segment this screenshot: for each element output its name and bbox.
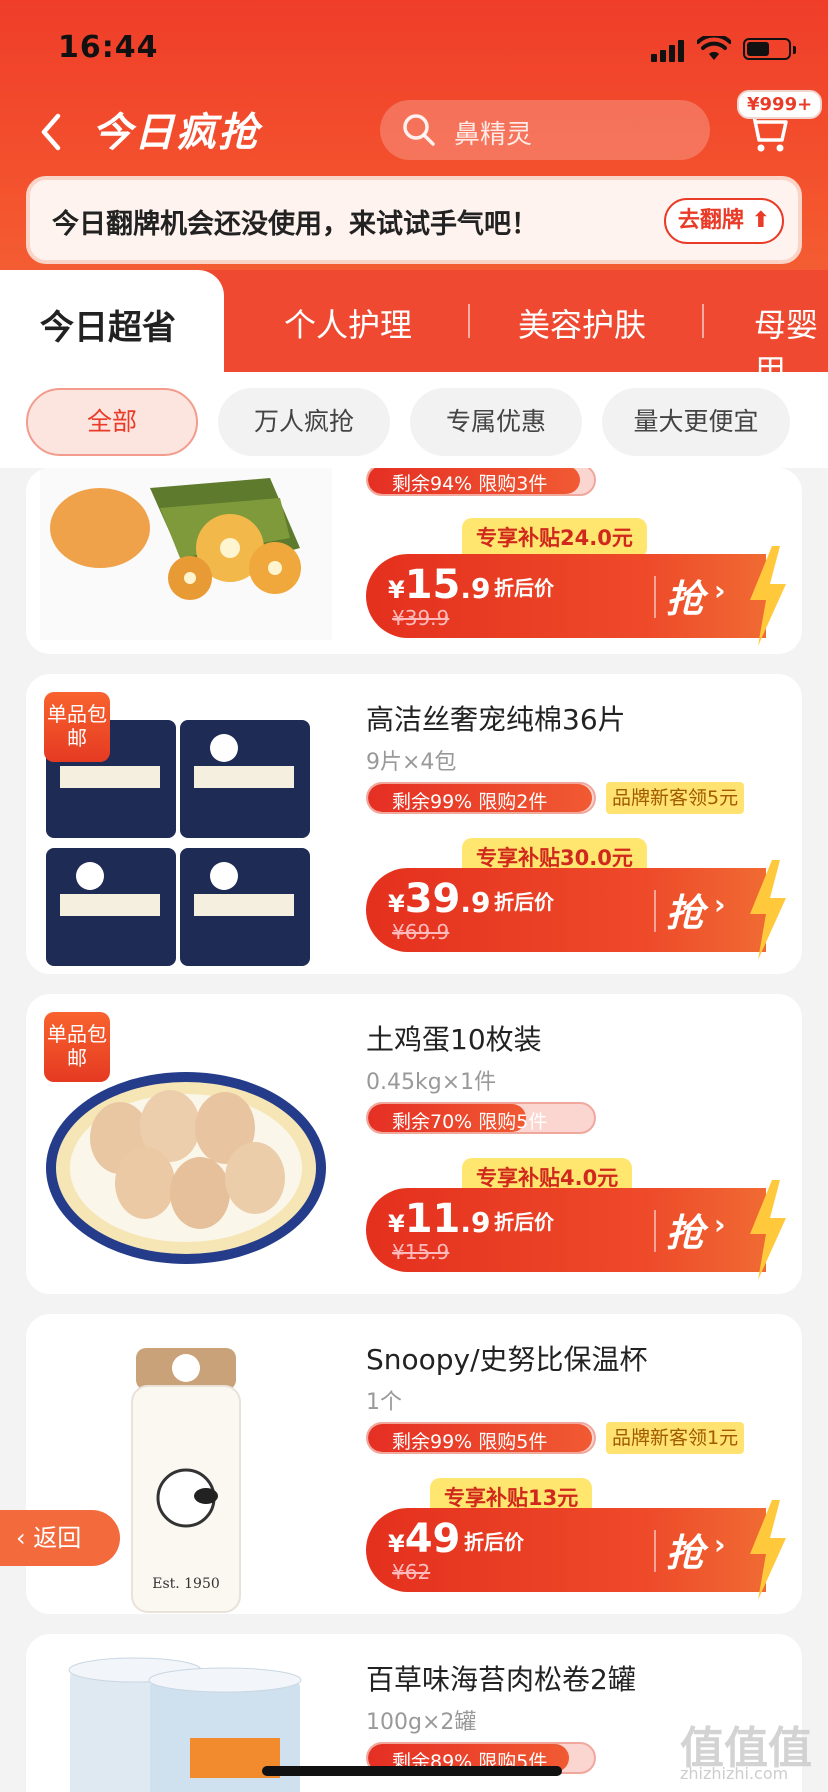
- original-price: ¥39.9: [392, 606, 450, 630]
- discount-label: 折后价: [494, 576, 554, 600]
- grab-label: 抢: [666, 891, 705, 935]
- lightning-icon: [750, 860, 786, 960]
- lightning-icon: [750, 546, 786, 646]
- grab-label: 抢: [666, 1211, 705, 1255]
- stock-bar: 剩余99% 限购5件: [366, 1422, 596, 1454]
- return-button[interactable]: ‹ 返回: [0, 1510, 120, 1566]
- subsidy-tag: 专享补贴24.0元: [462, 518, 647, 558]
- chevron-right-icon: ›: [714, 1208, 726, 1241]
- tab-beauty[interactable]: 美容护肤: [518, 300, 646, 346]
- back-arrow-icon[interactable]: [36, 112, 66, 152]
- home-indicator: [262, 1766, 562, 1776]
- discount-label: 折后价: [464, 1530, 524, 1554]
- status-time: 16:44: [58, 30, 159, 65]
- svg-text:Est. 1950: Est. 1950: [152, 1576, 220, 1592]
- cart-badge: ¥999+: [737, 90, 823, 119]
- tab-personal-care[interactable]: 个人护理: [284, 300, 412, 346]
- battery-icon: [743, 38, 796, 60]
- new-customer-coupon[interactable]: 品牌新客领5元: [606, 782, 745, 814]
- price: ¥49: [388, 1516, 461, 1562]
- product-image: Est. 1950: [40, 1328, 332, 1614]
- price: ¥39.9: [388, 876, 491, 922]
- product-image: [40, 468, 332, 640]
- lightning-icon: [750, 1500, 786, 1600]
- product-card[interactable]: Est. 1950 Snoopy/史努比保温杯 1个 剩余99% 限购5件 品牌…: [26, 1314, 802, 1614]
- tab-divider: [468, 304, 470, 338]
- stock-text: 剩余94% 限购3件: [392, 473, 548, 495]
- product-card[interactable]: 单品包邮 土鸡蛋10枚装 0.45kg×1件 剩余70% 限购5件 专享补贴4.…: [26, 994, 802, 1294]
- new-customer-coupon[interactable]: 品牌新客领1元: [606, 1422, 745, 1454]
- product-card[interactable]: 剩余94% 限购3件 专享补贴24.0元 ¥15.9 折后价 ¥39.9 抢 ›: [26, 468, 802, 654]
- flip-card-button[interactable]: 去翻牌 ⬆: [663, 198, 784, 244]
- tab-today-save[interactable]: 今日超省: [0, 270, 224, 380]
- original-price: ¥62: [392, 1560, 431, 1584]
- stock-bar: 剩余99% 限购2件: [366, 782, 596, 814]
- search-input[interactable]: 鼻精灵: [380, 100, 710, 160]
- search-placeholder: 鼻精灵: [454, 120, 533, 150]
- product-name: 高洁丝奢宠纯棉36片: [366, 703, 626, 736]
- product-name: Snoopy/史努比保温杯: [366, 1343, 648, 1376]
- signal-icon: [651, 40, 687, 62]
- original-price: ¥15.9: [392, 1240, 450, 1264]
- price: ¥11.9: [388, 1196, 491, 1242]
- banner-text: 今日翻牌机会还没使用，来试试手气吧！: [52, 209, 538, 240]
- stock-bar: 剩余70% 限购5件: [366, 1102, 596, 1134]
- wifi-icon: [697, 36, 731, 60]
- lightning-icon: [750, 1180, 786, 1280]
- free-shipping-tag: 单品包邮: [44, 1012, 110, 1082]
- filter-bulk[interactable]: 量大更便宜: [602, 388, 790, 456]
- tab-divider: [702, 304, 704, 338]
- chevron-right-icon: ›: [714, 574, 726, 607]
- watermark-url: zhizhizhi.com: [680, 1764, 789, 1783]
- search-icon: [403, 114, 435, 146]
- discount-label: 折后价: [494, 890, 554, 914]
- product-spec: 9片×4包: [366, 750, 457, 775]
- buy-button[interactable]: ¥49 折后价 ¥62 抢 ›: [366, 1500, 786, 1600]
- tab-label: 今日超省: [40, 308, 176, 348]
- page-title: 今日疯抢: [92, 110, 260, 156]
- filter-all[interactable]: 全部: [26, 388, 198, 456]
- grab-label: 抢: [666, 1531, 705, 1575]
- chevron-right-icon: ›: [714, 888, 726, 921]
- stock-bar: 剩余94% 限购3件: [366, 468, 596, 496]
- buy-button[interactable]: ¥39.9 折后价 ¥69.9 抢 ›: [366, 860, 786, 960]
- product-name: 百草味海苔肉松卷2罐: [366, 1663, 636, 1696]
- stock-text: 剩余99% 限购5件: [392, 1431, 548, 1453]
- filter-exclusive[interactable]: 专属优惠: [410, 388, 582, 456]
- price: ¥15.9: [388, 562, 491, 608]
- product-name: 土鸡蛋10枚装: [366, 1023, 542, 1056]
- original-price: ¥69.9: [392, 920, 450, 944]
- flip-card-banner: 今日翻牌机会还没使用，来试试手气吧！ 去翻牌 ⬆: [26, 176, 802, 264]
- free-shipping-tag: 单品包邮: [44, 692, 110, 762]
- status-bar: 16:44: [0, 28, 828, 68]
- stock-text: 剩余99% 限购2件: [392, 791, 548, 813]
- chevron-right-icon: ›: [714, 1528, 726, 1561]
- product-card[interactable]: 单品包邮 高洁丝奢宠纯棉36片 9片×4包 剩余99% 限购2件 品牌新客领5元…: [26, 674, 802, 974]
- buy-button[interactable]: ¥15.9 折后价 ¥39.9 抢 ›: [366, 546, 786, 646]
- product-spec: 0.45kg×1件: [366, 1070, 497, 1095]
- buy-button[interactable]: ¥11.9 折后价 ¥15.9 抢 ›: [366, 1180, 786, 1280]
- grab-label: 抢: [666, 577, 705, 621]
- stock-text: 剩余70% 限购5件: [392, 1111, 548, 1133]
- product-spec: 1个: [366, 1390, 402, 1415]
- product-spec: 100g×2罐: [366, 1710, 477, 1735]
- flip-card-button-label: 去翻牌: [677, 208, 744, 233]
- return-button-label: 返回: [33, 1524, 82, 1552]
- discount-label: 折后价: [494, 1210, 554, 1234]
- filter-hot[interactable]: 万人疯抢: [218, 388, 390, 456]
